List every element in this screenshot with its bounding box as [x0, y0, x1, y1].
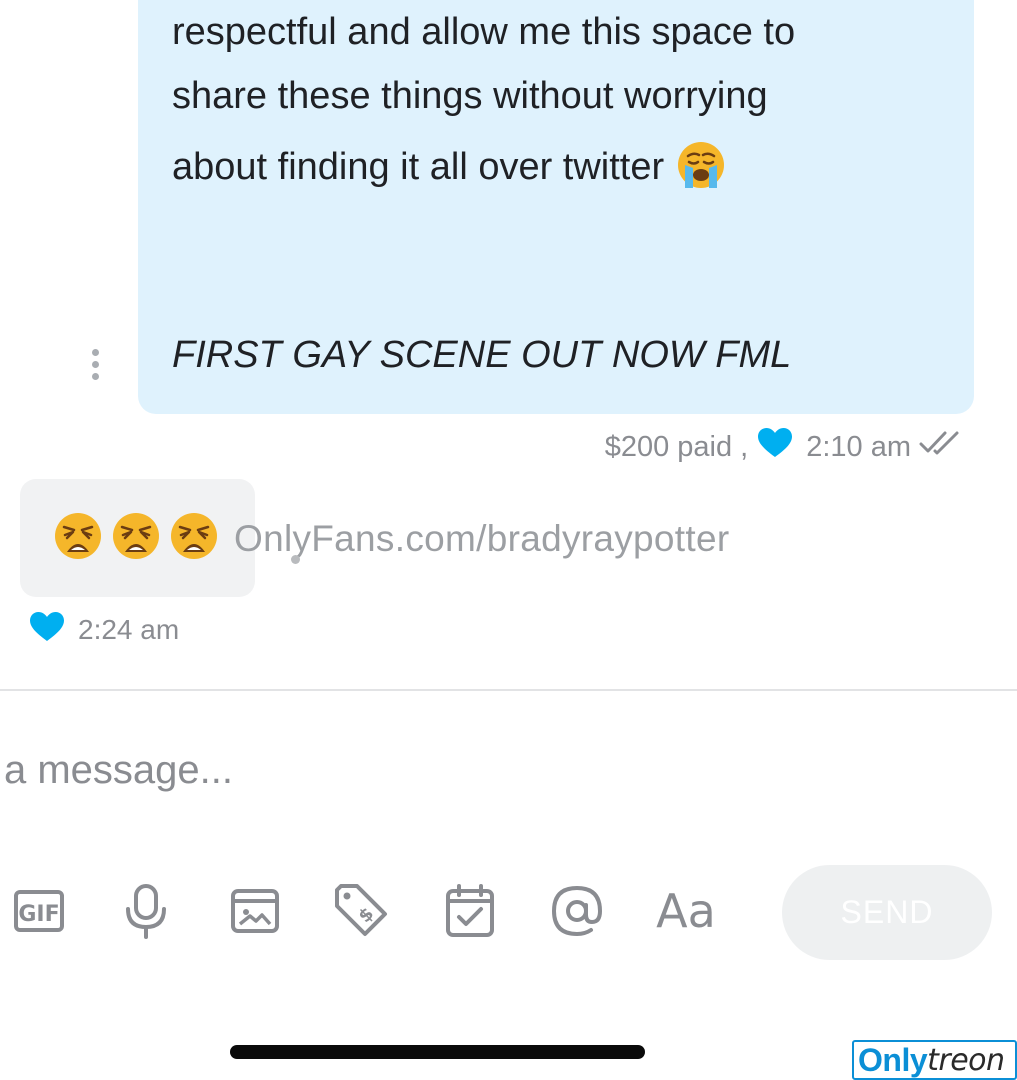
- heart-icon[interactable]: [30, 611, 64, 649]
- send-button[interactable]: SEND: [782, 865, 992, 960]
- onlytreon-logo: Only treon: [852, 1040, 1017, 1080]
- received-message-content: [52, 510, 220, 562]
- dot: [91, 373, 99, 380]
- sent-message-line: respectful and allow me this space to: [172, 11, 796, 53]
- received-message-options-dot: [291, 555, 300, 564]
- mention-button[interactable]: [546, 880, 608, 942]
- sent-message-meta: $200 paid , 2:10 am: [605, 425, 965, 469]
- loudly-crying-face-emoji: [675, 138, 727, 200]
- text-format-icon: Aa: [656, 884, 716, 938]
- gif-icon: GIF: [14, 890, 64, 932]
- weary-face-emoji: [55, 513, 101, 559]
- home-indicator[interactable]: [230, 1045, 645, 1059]
- logo-part-only: Only: [858, 1041, 928, 1078]
- voice-message-button[interactable]: [115, 880, 177, 942]
- gif-button[interactable]: GIF: [8, 880, 70, 942]
- weary-face-emoji: [171, 513, 217, 559]
- dot: [91, 349, 99, 356]
- dot: [91, 361, 99, 368]
- message-input[interactable]: [0, 740, 1000, 800]
- weary-face-emoji: [113, 513, 159, 559]
- svg-text:GIF: GIF: [18, 902, 59, 927]
- watermark-url: OnlyFans.com/bradyraypotter: [234, 518, 730, 559]
- schedule-button[interactable]: [439, 880, 501, 942]
- sent-message-line: about finding it all over twitter: [172, 138, 727, 200]
- paid-amount: $200 paid ,: [604, 430, 749, 463]
- sent-message-line: share these things without worrying: [172, 75, 768, 117]
- received-message-meta: 2:24 am: [30, 610, 179, 650]
- text-format-button[interactable]: Aa: [652, 880, 720, 942]
- heart-icon[interactable]: [758, 428, 793, 466]
- message-options-button[interactable]: [88, 349, 102, 385]
- sent-message-line-text: about finding it all over twitter: [172, 146, 665, 189]
- at-sign-icon: [551, 885, 603, 937]
- set-price-button[interactable]: $: [331, 880, 393, 942]
- calendar-check-icon: [446, 884, 494, 937]
- add-media-button[interactable]: [224, 880, 286, 942]
- microphone-icon: [126, 884, 166, 939]
- sent-message-time: 2:10 am: [806, 430, 911, 463]
- sent-message-italic-line: FIRST GAY SCENE OUT NOW FML: [172, 334, 792, 376]
- logo-part-treon: treon: [927, 1042, 1005, 1078]
- composer-divider: [0, 689, 1017, 691]
- received-message-time: 2:24 am: [78, 614, 180, 645]
- image-icon: [231, 889, 279, 933]
- double-check-icon: [919, 430, 965, 464]
- price-tag-icon: $: [335, 884, 387, 936]
